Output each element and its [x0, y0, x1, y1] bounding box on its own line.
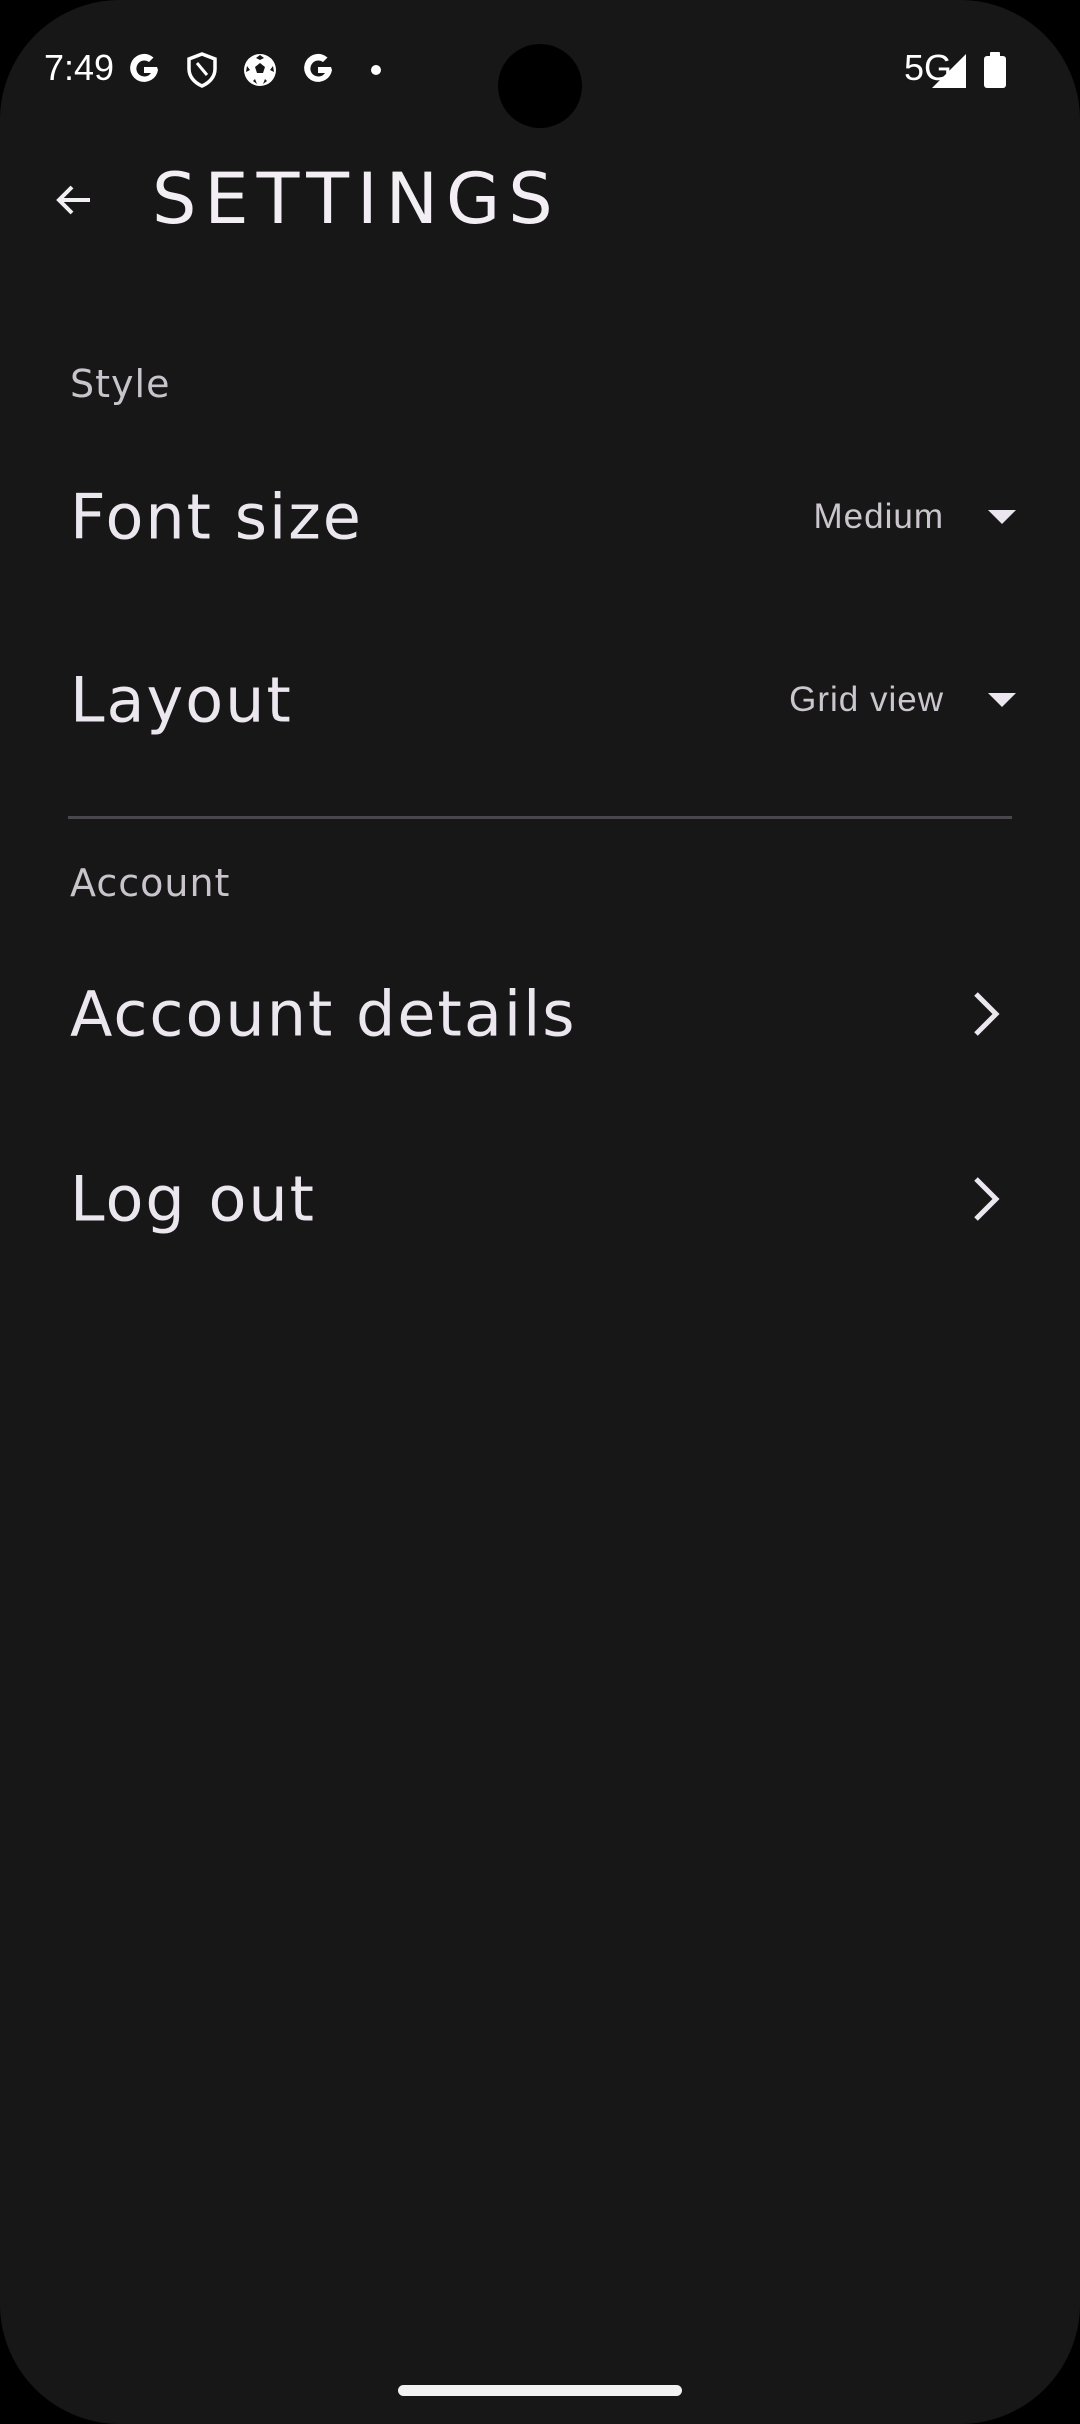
- layout-setting[interactable]: Layout Grid view: [0, 620, 1080, 780]
- font-size-label: Font size: [70, 480, 363, 554]
- shield-icon: [182, 50, 222, 90]
- account-details-label: Account details: [70, 977, 577, 1051]
- log-out-item[interactable]: Log out: [0, 1119, 1080, 1279]
- status-bar: 7:49 5G: [0, 0, 1080, 140]
- chevron-right-icon: [966, 984, 1010, 1044]
- battery-icon: [980, 50, 1010, 90]
- account-details-item[interactable]: Account details: [0, 934, 1080, 1094]
- soccer-ball-icon: [240, 50, 280, 90]
- font-size-value: Medium: [813, 497, 944, 536]
- layout-dropdown[interactable]: Grid view: [789, 680, 1020, 720]
- back-button[interactable]: [36, 162, 112, 238]
- settings-screen: 7:49 5G SETTINGS Style Font size Medium …: [0, 0, 1080, 2424]
- google-g-icon: [298, 50, 338, 90]
- dropdown-arrow-icon: [984, 682, 1020, 718]
- layout-value: Grid view: [789, 680, 944, 719]
- camera-cutout: [498, 44, 582, 128]
- chevron-right-icon: [966, 1169, 1010, 1229]
- home-indicator[interactable]: [398, 2385, 682, 2396]
- dropdown-arrow-icon: [984, 499, 1020, 535]
- font-size-setting[interactable]: Font size Medium: [0, 437, 1080, 597]
- font-size-dropdown[interactable]: Medium: [814, 497, 1020, 537]
- section-header-account: Account: [70, 861, 231, 905]
- layout-label: Layout: [70, 663, 293, 737]
- notification-dot-icon: [356, 50, 396, 90]
- page-title: SETTINGS: [152, 158, 561, 240]
- section-divider: [68, 816, 1012, 819]
- google-g-icon: [124, 50, 164, 90]
- log-out-label: Log out: [70, 1162, 316, 1236]
- arrow-back-icon: [56, 185, 90, 215]
- signal-icon: [930, 52, 970, 92]
- status-time: 7:49: [44, 47, 115, 88]
- section-header-style: Style: [70, 362, 171, 406]
